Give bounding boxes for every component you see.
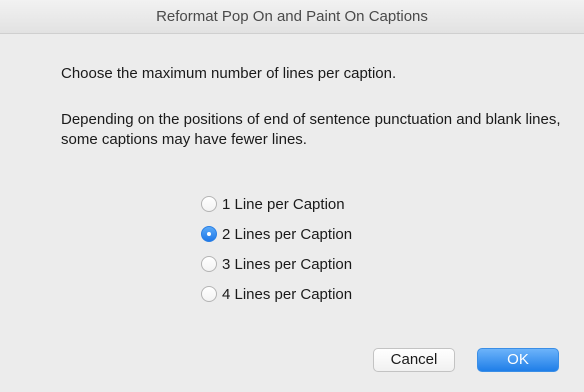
radio-option-2-lines[interactable]: 2 Lines per Caption [201, 219, 352, 249]
note-text: Depending on the positions of end of sen… [61, 111, 561, 148]
lines-per-caption-group: 1 Line per Caption 2 Lines per Caption 3… [201, 189, 352, 309]
ok-button[interactable]: OK [477, 348, 559, 372]
radio-option-1-line[interactable]: 1 Line per Caption [201, 189, 352, 219]
radio-option-label[interactable]: 4 Lines per Caption [222, 286, 352, 303]
reformat-captions-dialog: Reformat Pop On and Paint On Captions Ch… [0, 0, 584, 392]
radio-option-4-lines[interactable]: 4 Lines per Caption [201, 279, 352, 309]
radio-option-label[interactable]: 2 Lines per Caption [222, 226, 352, 243]
radio-button[interactable] [201, 256, 217, 272]
dialog-title: Reformat Pop On and Paint On Captions [0, 0, 584, 34]
radio-button[interactable] [201, 226, 217, 242]
radio-button[interactable] [201, 286, 217, 302]
prompt-text: Choose the maximum number of lines per c… [61, 65, 397, 82]
radio-option-3-lines[interactable]: 3 Lines per Caption [201, 249, 352, 279]
cancel-button[interactable]: Cancel [373, 348, 455, 372]
radio-option-label[interactable]: 1 Line per Caption [222, 196, 345, 213]
radio-option-label[interactable]: 3 Lines per Caption [222, 256, 352, 273]
radio-button[interactable] [201, 196, 217, 212]
